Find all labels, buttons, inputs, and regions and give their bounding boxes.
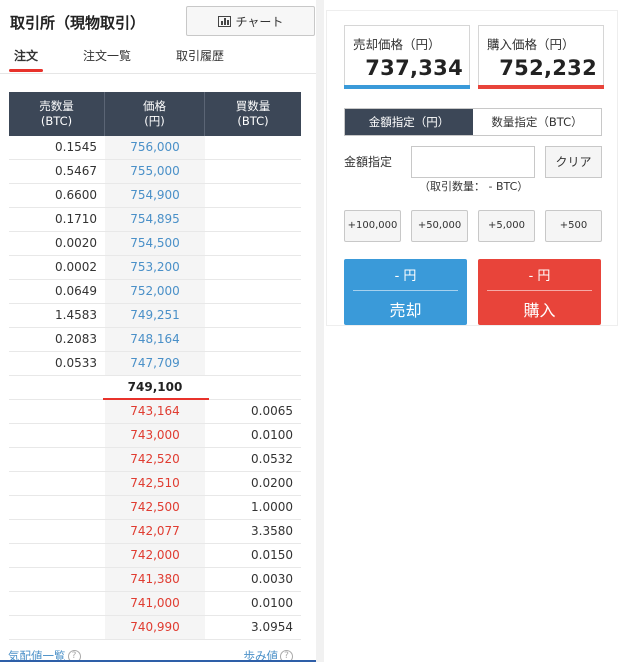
mid-price-underline xyxy=(103,398,209,400)
order-book-header: 売数量 (BTC) 価格 (円) 買数量 (BTC) xyxy=(9,92,301,136)
ask-row[interactable]: 0.6600 754,900 xyxy=(9,184,301,208)
sell-price-label: 売却価格（円） xyxy=(353,37,441,52)
bid-row[interactable]: 742,520 0.0532 xyxy=(9,448,301,472)
ask-row[interactable]: 0.0002 753,200 xyxy=(9,256,301,280)
sell-button[interactable]: - 円 売却 xyxy=(344,259,467,325)
ask-rows: 0.1545 756,000 0.5467 755,000 0.6600 754,90… xyxy=(9,136,301,376)
bar-chart-icon xyxy=(217,15,231,27)
bid-rows: 743,164 0.0065 743,000 0.0100 742,520 0.053… xyxy=(9,400,301,640)
ask-row[interactable]: 0.5467 755,000 xyxy=(9,160,301,184)
price-header: 価格 (円) xyxy=(105,92,205,136)
bid-row[interactable]: 740,990 3.0954 xyxy=(9,616,301,640)
ask-row[interactable]: 0.0533 747,709 xyxy=(9,352,301,376)
buy-price-box: 購入価格（円） 752,232 xyxy=(478,25,604,89)
sell-price-value: 737,334 xyxy=(365,56,463,80)
bid-row[interactable]: 742,077 3.3580 xyxy=(9,520,301,544)
sell-amount: - 円 xyxy=(394,269,417,284)
bid-row[interactable]: 742,000 0.0150 xyxy=(9,544,301,568)
sell-qty-header: 売数量 (BTC) xyxy=(9,92,105,136)
sell-button-label: 売却 xyxy=(389,301,422,320)
increment-50000-button[interactable]: +50,000 xyxy=(411,210,468,242)
panel-divider xyxy=(316,0,324,662)
buy-price-bar xyxy=(478,85,604,89)
buy-qty-header: 買数量 (BTC) xyxy=(235,99,271,128)
order-tabs: 注文 注文一覧 取引履歴 xyxy=(0,44,316,74)
buy-button-label: 購入 xyxy=(523,301,556,320)
trade-panel: 売却価格（円） 737,334 購入価格（円） 752,232 金額指定（円） … xyxy=(326,10,618,326)
clear-button[interactable]: クリア xyxy=(545,146,602,178)
mid-price: 749,100 xyxy=(103,376,209,400)
tab-order[interactable]: 注文 xyxy=(14,47,38,64)
sell-price-bar xyxy=(344,85,470,89)
bid-row[interactable]: 741,380 0.0030 xyxy=(9,568,301,592)
bid-row[interactable]: 743,164 0.0065 xyxy=(9,400,301,424)
buy-button[interactable]: - 円 購入 xyxy=(478,259,601,325)
mode-quantity-button[interactable]: 数量指定（BTC） xyxy=(473,109,601,135)
page-title: 取引所（現物取引） xyxy=(10,14,146,32)
bid-row[interactable]: 743,000 0.0100 xyxy=(9,424,301,448)
active-tab-indicator xyxy=(9,69,43,72)
buy-price-label: 購入価格（円） xyxy=(487,37,575,52)
increment-500-button[interactable]: +500 xyxy=(545,210,602,242)
ask-row[interactable]: 0.2083 748,164 xyxy=(9,328,301,352)
quantity-note: （取引数量： - BTC） xyxy=(419,180,529,193)
increment-100000-button[interactable]: +100,000 xyxy=(344,210,401,242)
tab-order-list[interactable]: 注文一覧 xyxy=(83,47,131,64)
ask-row[interactable]: 0.0649 752,000 xyxy=(9,280,301,304)
buy-amount: - 円 xyxy=(528,269,551,284)
bid-row[interactable]: 742,500 1.0000 xyxy=(9,496,301,520)
mid-price-row: 749,100 xyxy=(9,376,301,400)
chart-button-label: チャート xyxy=(235,14,284,29)
chart-button[interactable]: チャート xyxy=(186,6,315,36)
ask-row[interactable]: 0.1545 756,000 xyxy=(9,136,301,160)
mode-amount-button[interactable]: 金額指定（円） xyxy=(345,109,473,135)
order-mode-toggle: 金額指定（円） 数量指定（BTC） xyxy=(344,108,602,136)
increment-5000-button[interactable]: +5,000 xyxy=(478,210,535,242)
ask-row[interactable]: 0.0020 754,500 xyxy=(9,232,301,256)
sell-price-box: 売却価格（円） 737,334 xyxy=(344,25,470,89)
bid-row[interactable]: 741,000 0.0100 xyxy=(9,592,301,616)
tab-trade-history[interactable]: 取引履歴 xyxy=(176,47,224,64)
ask-row[interactable]: 0.1710 754,895 xyxy=(9,208,301,232)
bid-row[interactable]: 742,510 0.0200 xyxy=(9,472,301,496)
amount-label: 金額指定 xyxy=(344,155,393,169)
amount-input[interactable] xyxy=(411,146,535,178)
buy-price-value: 752,232 xyxy=(499,56,597,80)
exchange-panel: 取引所（現物取引） チャート 注文 注文一覧 取引履歴 売数量 (BTC) 価格(… xyxy=(0,0,320,662)
ask-row[interactable]: 1.4583 749,251 xyxy=(9,304,301,328)
order-book: 売数量 (BTC) 価格 (円) 買数量 (BTC) 0.1545 756,000 0.… xyxy=(9,92,301,640)
